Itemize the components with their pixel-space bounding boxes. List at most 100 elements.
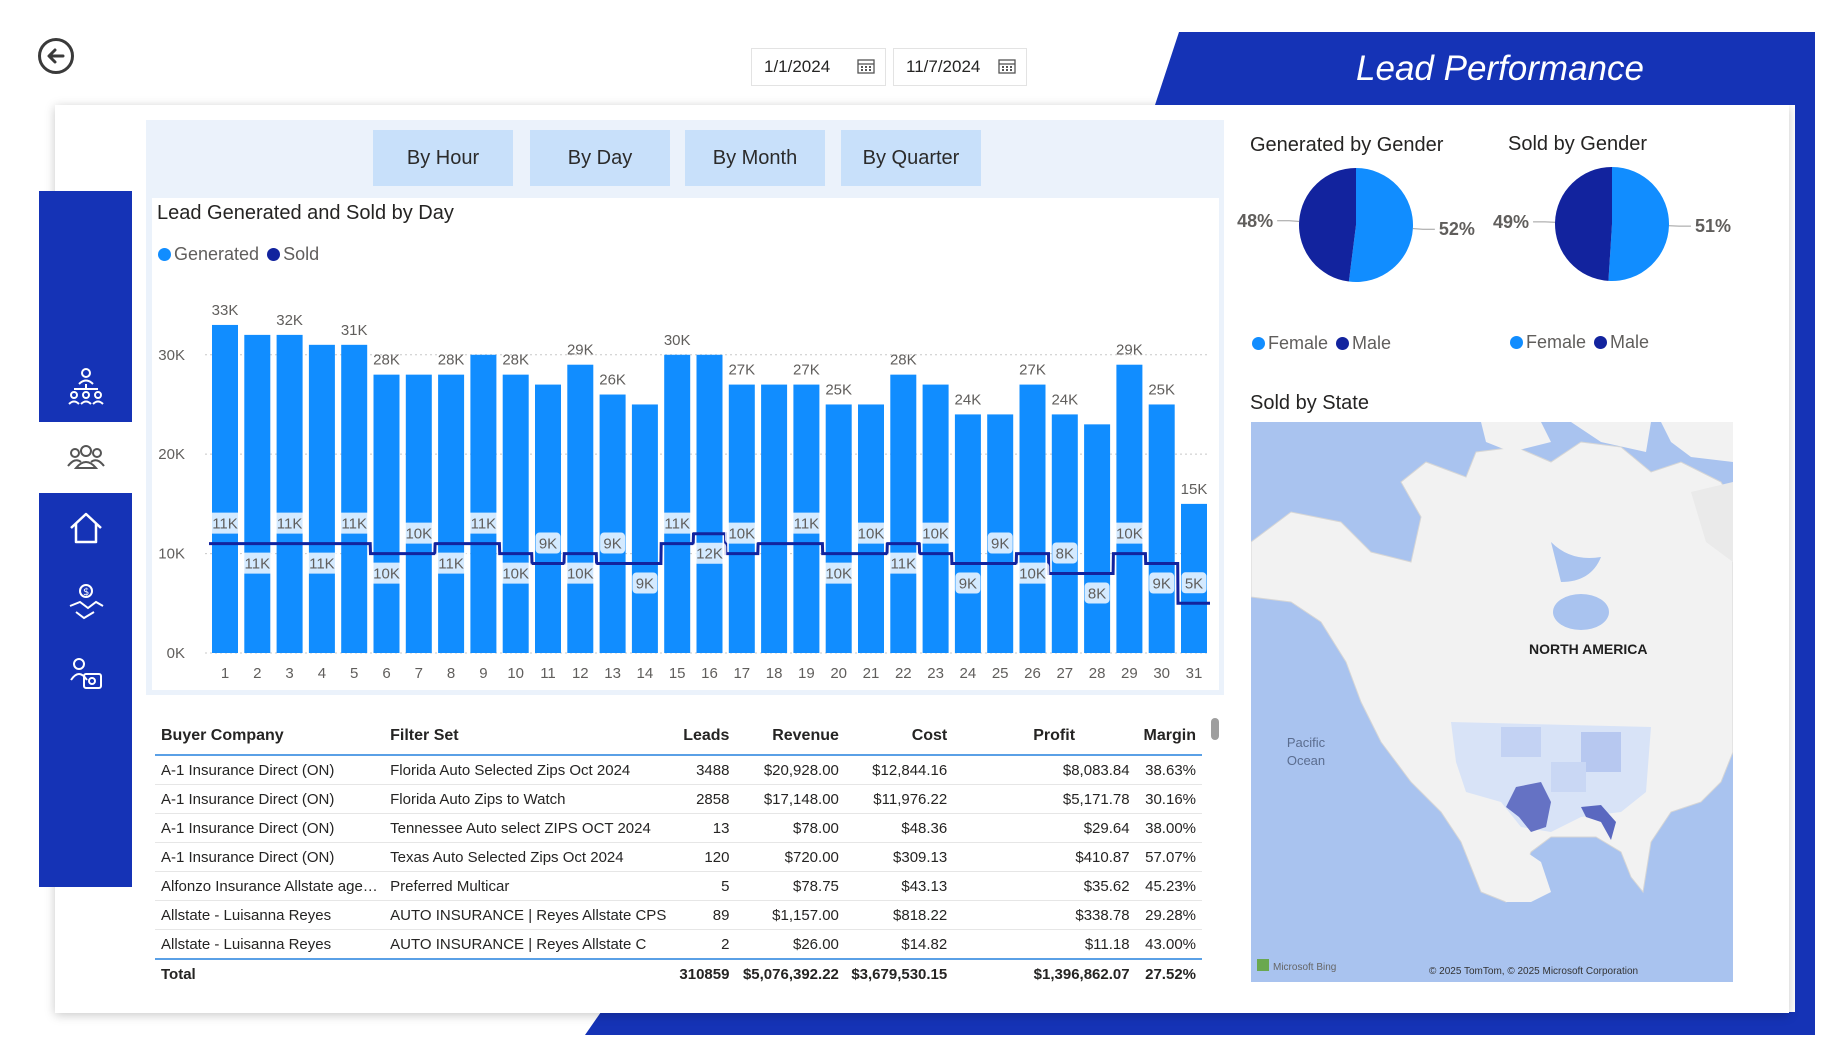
table-cell: AUTO INSURANCE | Reyes Allstate CPS xyxy=(384,900,673,930)
right-accent-strip xyxy=(1795,32,1815,1035)
legend-male[interactable]: Male xyxy=(1336,333,1391,354)
table-cell: 29.28% xyxy=(1135,900,1202,930)
legend-generated[interactable]: Generated xyxy=(158,244,259,265)
table-cell: $17,148.00 xyxy=(735,784,845,814)
legend-dot xyxy=(1594,336,1608,349)
table-cell: Florida Auto Selected Zips Oct 2024 xyxy=(384,755,673,785)
legend-female[interactable]: Female xyxy=(1510,332,1586,353)
end-date-input[interactable]: 11/7/2024 xyxy=(893,48,1027,86)
home-icon[interactable] xyxy=(66,508,106,548)
calendar-icon[interactable] xyxy=(857,58,875,74)
table-cell: 2 xyxy=(672,929,736,960)
sold-by-state-map[interactable]: NORTH AMERICA Pacific Ocean Microsoft Bi… xyxy=(1251,422,1733,982)
column-header-leads[interactable]: Leads xyxy=(672,718,736,756)
legend-dot xyxy=(1336,337,1350,350)
microsoft-logo xyxy=(1257,959,1269,971)
table-cell: Allstate - Luisanna Reyes xyxy=(155,929,385,960)
legend-sold[interactable]: Sold xyxy=(267,244,319,265)
column-header-revenue[interactable]: Revenue xyxy=(735,718,845,756)
table-row[interactable]: A-1 Insurance Direct (ON) Florida Auto Zi… xyxy=(155,784,1202,814)
handshake-money-icon[interactable]: $ xyxy=(66,582,106,622)
table-cell: Allstate - Luisanna Reyes xyxy=(155,900,385,930)
generated-by-gender-title: Generated by Gender xyxy=(1250,134,1444,156)
table-row[interactable]: A-1 Insurance Direct (ON) Florida Auto Se… xyxy=(155,755,1202,785)
table-cell: Tennessee Auto select ZIPS OCT 2024 xyxy=(384,813,673,843)
table-cell: $11,976.22 xyxy=(844,784,1028,814)
table-cell: A-1 Insurance Direct (ON) xyxy=(155,813,385,843)
table-cell: 5 xyxy=(672,871,736,901)
table-row[interactable]: A-1 Insurance Direct (ON) Tennessee Auto … xyxy=(155,813,1202,843)
table-cell: A-1 Insurance Direct (ON) xyxy=(155,784,385,814)
column-header-profit[interactable]: Profit xyxy=(1027,718,1136,756)
column-header-filter-set[interactable]: Filter Set xyxy=(384,718,673,756)
column-header-buyer-company[interactable]: Buyer Company xyxy=(155,718,385,756)
table-cell: $29.64 xyxy=(1027,813,1136,843)
table-cell: 45.23% xyxy=(1135,871,1202,901)
column-header-margin[interactable]: Margin xyxy=(1135,718,1202,756)
sold-gender-legend[interactable]: Female Male xyxy=(1510,332,1657,353)
sold-by-gender-title: Sold by Gender xyxy=(1508,133,1647,155)
chart-legend[interactable]: Generated Sold xyxy=(158,244,327,265)
total-cell: Total xyxy=(155,958,385,988)
table-cell: 120 xyxy=(672,842,736,872)
table-cell: $410.87 xyxy=(1027,842,1136,872)
column-header-cost[interactable]: Cost xyxy=(844,718,1028,756)
table-row[interactable]: Alfonzo Insurance Allstate age… Preferred… xyxy=(155,871,1202,901)
table-cell: $26.00 xyxy=(735,929,845,960)
table-cell: A-1 Insurance Direct (ON) xyxy=(155,755,385,785)
legend-male[interactable]: Male xyxy=(1594,332,1649,353)
table-cell: $818.22 xyxy=(844,900,1028,930)
tab-by-month[interactable]: By Month xyxy=(685,130,825,186)
legend-female[interactable]: Female xyxy=(1252,333,1328,354)
calendar-icon[interactable] xyxy=(998,58,1016,74)
table-cell: $1,157.00 xyxy=(735,900,845,930)
team-icon[interactable] xyxy=(66,654,106,694)
end-date-value: 11/7/2024 xyxy=(906,57,981,76)
table-cell: $78.00 xyxy=(735,813,845,843)
page-title: Lead Performance xyxy=(1356,48,1644,88)
table-scrollbar[interactable] xyxy=(1211,718,1219,740)
total-cell xyxy=(384,958,673,988)
table-cell: 3488 xyxy=(672,755,736,785)
arrow-left-icon xyxy=(47,48,65,64)
table-row[interactable]: Allstate - Luisanna Reyes AUTO INSURANCE … xyxy=(155,929,1202,960)
table-cell: 43.00% xyxy=(1135,929,1202,960)
table-cell: $35.62 xyxy=(1027,871,1136,901)
buyer-company-table: Buyer Company Filter Set Leads Revenue C… xyxy=(155,718,1202,988)
total-cell: 310859 xyxy=(672,958,736,988)
start-date-value: 1/1/2024 xyxy=(764,57,831,76)
back-button[interactable] xyxy=(38,38,74,74)
table-cell: $309.13 xyxy=(844,842,1028,872)
table-cell: $20,928.00 xyxy=(735,755,845,785)
table-cell: Texas Auto Selected Zips Oct 2024 xyxy=(384,842,673,872)
start-date-input[interactable]: 1/1/2024 xyxy=(751,48,886,86)
table-cell: 38.63% xyxy=(1135,755,1202,785)
table-cell: 13 xyxy=(672,813,736,843)
table-cell: $5,171.78 xyxy=(1027,784,1136,814)
people-group-icon[interactable] xyxy=(66,438,106,478)
tab-by-quarter[interactable]: By Quarter xyxy=(841,130,981,186)
total-cell: 27.52% xyxy=(1135,958,1202,988)
table-row[interactable]: A-1 Insurance Direct (ON) Texas Auto Sele… xyxy=(155,842,1202,872)
legend-male-label: Male xyxy=(1352,333,1392,353)
table-cell: 30.16% xyxy=(1135,784,1202,814)
legend-dot xyxy=(267,248,281,261)
svg-text:$: $ xyxy=(83,587,89,598)
table-total-row: Total 310859 $5,076,392.22 $3,679,530.15 $1,… xyxy=(155,958,1202,988)
table-cell: Preferred Multicar xyxy=(384,871,673,901)
table-cell: $12,844.16 xyxy=(844,755,1028,785)
table-row[interactable]: Allstate - Luisanna Reyes AUTO INSURANCE … xyxy=(155,900,1202,930)
table-cell: 2858 xyxy=(672,784,736,814)
bottom-accent-strip xyxy=(585,1012,1815,1035)
tab-by-hour[interactable]: By Hour xyxy=(373,130,513,186)
org-chart-icon[interactable] xyxy=(66,366,106,406)
ocean-label-1: Pacific xyxy=(1287,735,1326,750)
table-cell: A-1 Insurance Direct (ON) xyxy=(155,842,385,872)
table-header-row: Buyer Company Filter Set Leads Revenue C… xyxy=(155,718,1202,756)
generated-gender-legend[interactable]: Female Male xyxy=(1252,333,1399,354)
tab-by-day[interactable]: By Day xyxy=(530,130,670,186)
map-brand: Microsoft Bing xyxy=(1273,962,1336,973)
legend-male-label: Male xyxy=(1610,332,1650,352)
table-cell: $720.00 xyxy=(735,842,845,872)
map-illustration: NORTH AMERICA Pacific Ocean Microsoft Bi… xyxy=(1251,422,1733,977)
